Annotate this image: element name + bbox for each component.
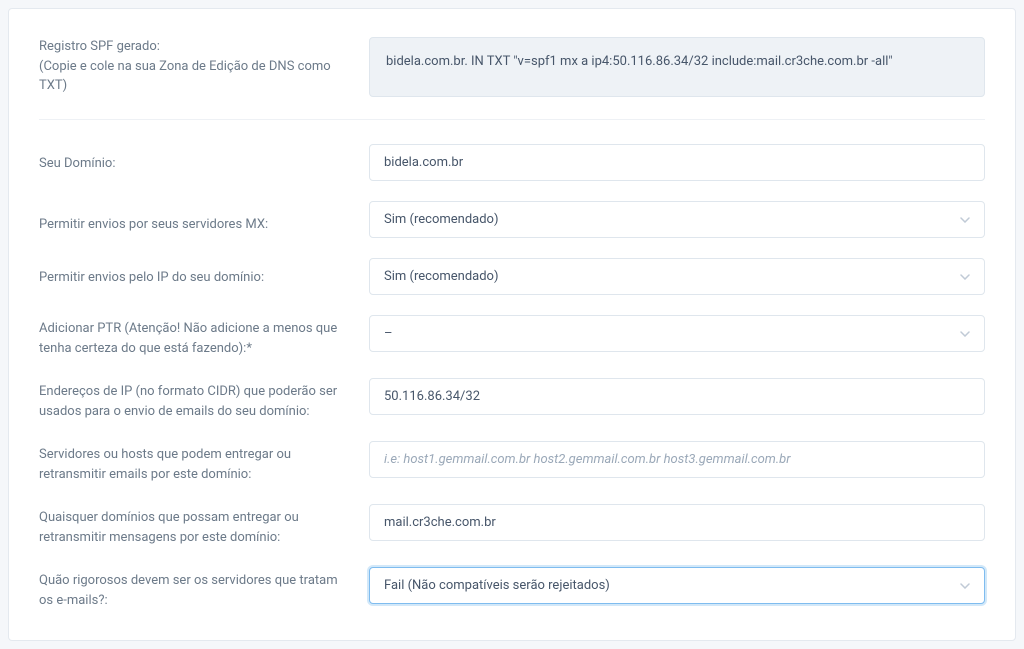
spf-output-box: bidela.com.br. IN TXT "v=spf1 mx a ip4:5… — [369, 37, 985, 97]
include-domains-input[interactable] — [369, 504, 985, 541]
allow-mx-selected: Sim (recomendado) — [384, 212, 499, 227]
allow-domain-ip-selected: Sim (recomendado) — [384, 269, 499, 284]
row-spf-output: Registro SPF gerado: (Copie e cole na su… — [39, 37, 985, 97]
hosts-input[interactable] — [369, 441, 985, 478]
row-domain: Seu Domínio: — [39, 144, 985, 181]
row-allow-mx: Permitir envios por seus servidores MX: … — [39, 201, 985, 238]
spf-output-label-line2: (Copie e cole na sua Zona de Edição de D… — [39, 57, 349, 96]
ptr-label: Adicionar PTR (Atenção! Não adicione a m… — [39, 315, 369, 358]
ptr-selected: – — [384, 326, 393, 341]
row-strictness: Quão rigorosos devem ser os servidores q… — [39, 567, 985, 610]
spf-form-panel: Registro SPF gerado: (Copie e cole na su… — [8, 8, 1016, 641]
allow-mx-label: Permitir envios por seus servidores MX: — [39, 201, 369, 235]
row-hosts: Servidores ou hosts que podem entregar o… — [39, 441, 985, 484]
row-allow-domain-ip: Permitir envios pelo IP do seu domínio: … — [39, 258, 985, 295]
divider — [39, 119, 985, 120]
row-ptr: Adicionar PTR (Atenção! Não adicione a m… — [39, 315, 985, 358]
hosts-label: Servidores ou hosts que podem entregar o… — [39, 441, 369, 484]
strictness-selected: Fail (Não compatíveis serão rejeitados) — [384, 578, 610, 593]
domain-label: Seu Domínio: — [39, 144, 369, 174]
allow-domain-ip-select[interactable]: Sim (recomendado) — [369, 258, 985, 295]
domain-input[interactable] — [369, 144, 985, 181]
spf-output-label: Registro SPF gerado: (Copie e cole na su… — [39, 37, 369, 96]
include-domains-label: Quaisquer domínios que possam entregar o… — [39, 504, 369, 547]
ptr-select[interactable]: – — [369, 315, 985, 352]
spf-output-label-line1: Registro SPF gerado: — [39, 37, 349, 57]
allow-domain-ip-label: Permitir envios pelo IP do seu domínio: — [39, 258, 369, 288]
allow-mx-select[interactable]: Sim (recomendado) — [369, 201, 985, 238]
chevron-down-icon — [960, 583, 970, 589]
strictness-label: Quão rigorosos devem ser os servidores q… — [39, 567, 369, 610]
strictness-select[interactable]: Fail (Não compatíveis serão rejeitados) — [369, 567, 985, 604]
cidr-input[interactable] — [369, 378, 985, 415]
row-include-domains: Quaisquer domínios que possam entregar o… — [39, 504, 985, 547]
cidr-label: Endereços de IP (no formato CIDR) que po… — [39, 378, 369, 421]
row-cidr: Endereços de IP (no formato CIDR) que po… — [39, 378, 985, 421]
spf-output-field: bidela.com.br. IN TXT "v=spf1 mx a ip4:5… — [369, 37, 985, 97]
chevron-down-icon — [960, 217, 970, 223]
chevron-down-icon — [960, 331, 970, 337]
chevron-down-icon — [960, 274, 970, 280]
